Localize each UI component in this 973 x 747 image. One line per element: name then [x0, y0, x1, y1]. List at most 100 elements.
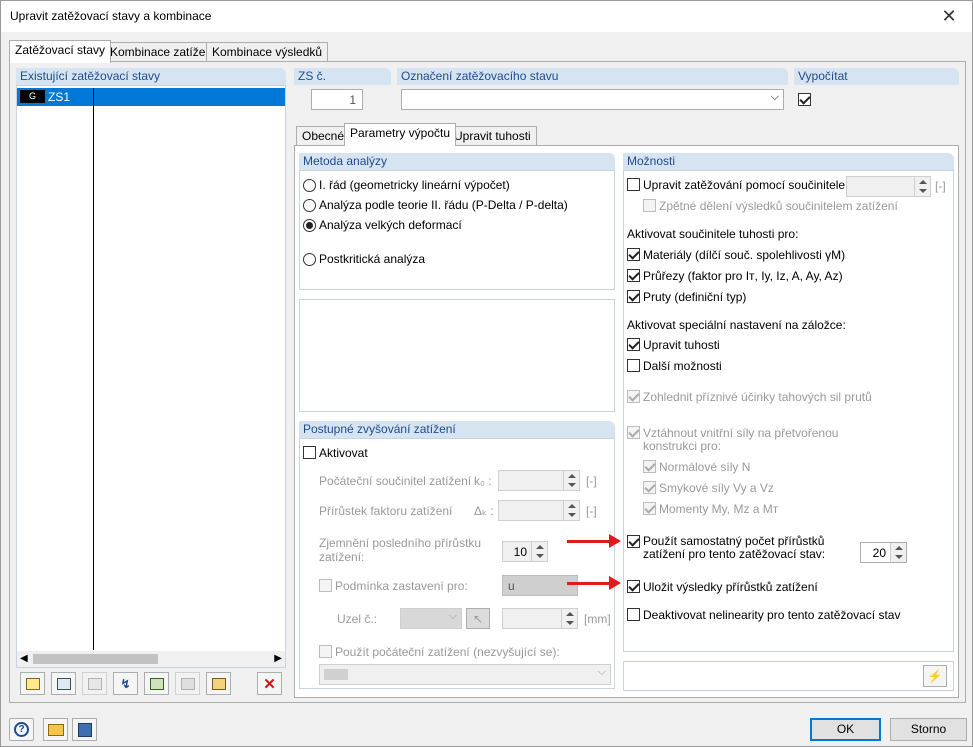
- postcritical-radio[interactable]: [303, 253, 316, 266]
- pick-node-icon[interactable]: ↖: [466, 608, 490, 629]
- shear-forces-checkbox[interactable]: [643, 481, 656, 494]
- increment-field[interactable]: [498, 500, 580, 521]
- postcritical-label: Postkritická analýza: [319, 252, 426, 266]
- annotation-arrow-increments: [567, 534, 621, 548]
- stop-condition-dropdown[interactable]: u: [502, 575, 578, 596]
- calculate-checkbox[interactable]: [798, 93, 811, 106]
- refine-field[interactable]: 10: [502, 541, 548, 562]
- renumber-icon[interactable]: [82, 672, 107, 695]
- save-results-label: Uložit výsledky přírůstků zatížení: [643, 580, 818, 594]
- scroll-right-icon[interactable]: ▶: [274, 653, 282, 664]
- empty-settings-box: [299, 299, 615, 412]
- horizontal-scrollbar[interactable]: ◀ ▶: [17, 651, 285, 667]
- modify-stiffness-checkbox[interactable]: [627, 338, 640, 351]
- table-icon[interactable]: [206, 672, 231, 695]
- load-case-list[interactable]: G ZS1 ◀ ▶: [16, 85, 286, 668]
- first-order-label: I. řád (geometricky lineární výpočet): [319, 178, 510, 192]
- normal-forces-checkbox[interactable]: [643, 460, 656, 473]
- ok-button[interactable]: OK: [810, 718, 881, 741]
- own-increments-value: 20: [872, 546, 886, 560]
- new-load-case-icon[interactable]: [20, 672, 45, 695]
- node-dropdown[interactable]: ⌵: [400, 608, 462, 629]
- initial-load-checkbox[interactable]: [319, 645, 332, 658]
- lightning-icon[interactable]: ⚡: [923, 665, 947, 687]
- save-results-checkbox[interactable]: [627, 580, 640, 593]
- close-icon[interactable]: ✕: [926, 1, 972, 32]
- activate-checkbox[interactable]: [303, 446, 316, 459]
- modify-load-label: Upravit zatěžování pomocí součinitele:: [643, 178, 849, 192]
- initial-factor-spinner[interactable]: [563, 471, 579, 490]
- zs-number-field[interactable]: 1: [311, 89, 363, 110]
- stop-condition-label: Podmínka zastavení pro:: [335, 579, 468, 593]
- tab-calculation-parameters[interactable]: Parametry výpočtu: [344, 123, 457, 146]
- refine-spinner[interactable]: [531, 542, 547, 561]
- list-item-zs1[interactable]: G ZS1: [17, 88, 285, 106]
- modify-load-factor-field[interactable]: [846, 176, 931, 197]
- second-order-label: Analýza podle teorie II. řádu (P-Delta /…: [319, 198, 568, 212]
- zs-number-box: 1: [294, 85, 391, 115]
- node-value-field[interactable]: [502, 608, 578, 629]
- second-order-radio[interactable]: [303, 199, 316, 212]
- back-divide-label: Zpětné dělení výsledků součinitelem zatí…: [659, 199, 898, 213]
- refer-forces-label-line1: Vztáhnout vnitřní síly na přetvořenou: [643, 426, 839, 440]
- own-increments-spinner[interactable]: [890, 543, 906, 562]
- tension-checkbox[interactable]: [627, 390, 640, 403]
- designation-dropdown[interactable]: ⌵: [401, 89, 784, 110]
- annotation-arrow-save-results: [567, 576, 621, 590]
- load-case-name: ZS1: [48, 90, 71, 104]
- further-options-checkbox[interactable]: [627, 359, 640, 372]
- tab-load-combinations[interactable]: Kombinace zatížení: [104, 42, 222, 61]
- open-folder-icon[interactable]: [43, 718, 68, 741]
- node-chevron-icon[interactable]: ⌵: [449, 610, 457, 623]
- initial-factor-unit: [-]: [586, 474, 597, 488]
- refine-label-line2: zatížení:: [319, 550, 365, 564]
- increment-symbol: Δₖ :: [474, 504, 494, 518]
- copy-load-case-icon[interactable]: [51, 672, 76, 695]
- large-deformation-radio[interactable]: [303, 219, 316, 232]
- scroll-left-icon[interactable]: ◀: [20, 653, 28, 664]
- scrollbar-thumb[interactable]: [33, 654, 158, 664]
- members-checkbox[interactable]: [627, 290, 640, 303]
- refer-forces-checkbox[interactable]: [627, 426, 640, 439]
- tab-modify-stiffness[interactable]: Upravit tuhosti: [448, 126, 537, 145]
- initial-load-dropdown[interactable]: ⌵: [319, 664, 611, 685]
- cancel-button[interactable]: Storno: [890, 718, 967, 741]
- own-increments-checkbox[interactable]: [627, 535, 640, 548]
- own-increments-label-line1: Použít samostatný počet přírůstků: [643, 534, 825, 548]
- save-icon[interactable]: [72, 718, 97, 741]
- own-increments-label-line2: zatížení pro tento zatěžovací stav:: [643, 547, 826, 561]
- back-divide-checkbox[interactable]: [643, 199, 656, 212]
- refine-value: 10: [513, 545, 527, 559]
- tab-result-combinations[interactable]: Kombinace výsledků: [206, 42, 329, 61]
- increment-unit: [-]: [586, 504, 597, 518]
- import-icon[interactable]: [144, 672, 169, 695]
- modify-load-spinner[interactable]: [914, 177, 930, 196]
- materials-label: Materiály (dílčí souč. spolehlivosti γM): [643, 248, 846, 262]
- initial-factor-field[interactable]: [498, 470, 580, 491]
- first-order-radio[interactable]: [303, 179, 316, 192]
- stop-condition-checkbox[interactable]: [319, 579, 332, 592]
- modify-load-unit: [-]: [935, 179, 946, 193]
- shear-forces-label: Smykové síly Vy a Vz: [659, 481, 774, 495]
- normal-forces-label: Normálové síly N: [659, 460, 751, 474]
- sections-checkbox[interactable]: [627, 269, 640, 282]
- tab-load-cases[interactable]: Zatěžovací stavy: [9, 40, 112, 63]
- increment-spinner[interactable]: [563, 501, 579, 520]
- refine-label-line1: Zjemnění posledního přírůstku: [319, 536, 482, 550]
- activate-label: Aktivovat: [319, 446, 368, 460]
- delete-icon[interactable]: ✕: [257, 672, 282, 695]
- materials-checkbox[interactable]: [627, 248, 640, 261]
- own-increments-field[interactable]: 20: [860, 542, 907, 563]
- analysis-method-box: I. řád (geometricky lineární výpočet) An…: [299, 170, 615, 290]
- chevron-down-icon[interactable]: ⌵: [771, 91, 779, 104]
- node-value-spinner[interactable]: [561, 609, 577, 628]
- deactivate-nonlinear-checkbox[interactable]: [627, 608, 640, 621]
- self-weight-icon[interactable]: ↯: [113, 672, 138, 695]
- further-options-label: Další možnosti: [643, 359, 722, 373]
- modify-load-checkbox[interactable]: [627, 178, 640, 191]
- initial-load-chevron-icon[interactable]: ⌵: [598, 666, 606, 679]
- moments-checkbox[interactable]: [643, 502, 656, 515]
- tab-general[interactable]: Obecné: [296, 126, 351, 145]
- export-icon[interactable]: [175, 672, 200, 695]
- help-icon[interactable]: ?: [9, 718, 34, 741]
